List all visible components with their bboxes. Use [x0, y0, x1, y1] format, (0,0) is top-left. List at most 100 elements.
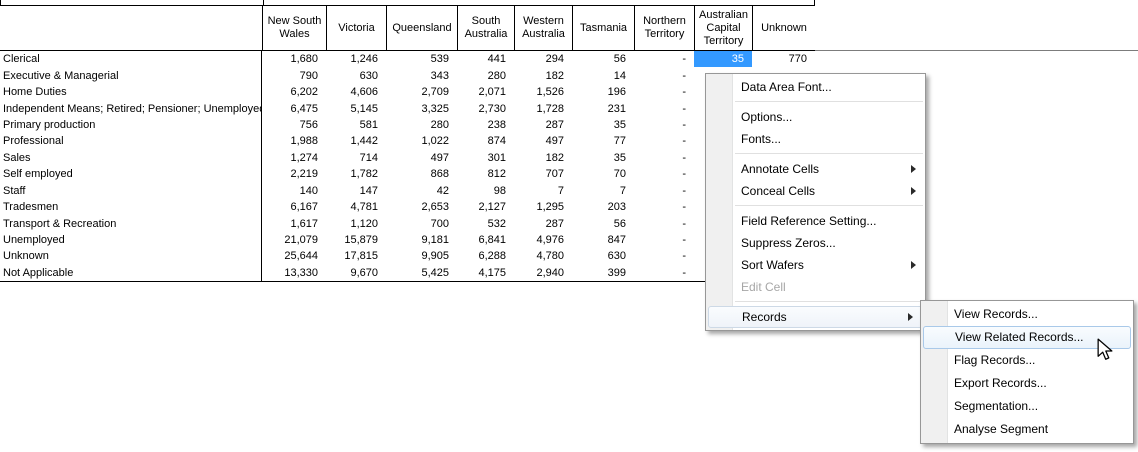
row-label[interactable]: Tradesmen [0, 199, 262, 215]
data-cell[interactable]: 630 [572, 248, 634, 264]
selected-cell[interactable]: 35 [694, 51, 752, 67]
data-cell[interactable]: 1,246 [326, 51, 386, 67]
row-label[interactable]: Clerical [0, 51, 262, 67]
data-cell[interactable]: 700 [386, 215, 457, 231]
data-cell[interactable]: 203 [572, 199, 634, 215]
data-cell[interactable]: 7 [514, 183, 572, 199]
data-cell[interactable]: 301 [457, 150, 514, 166]
column-header-australian-capital-territory[interactable]: Australian Capital Territory [694, 6, 752, 50]
data-cell[interactable]: 1,120 [326, 215, 386, 231]
data-cell[interactable]: - [634, 133, 694, 149]
data-cell[interactable]: 5,425 [386, 265, 457, 281]
menu-item-edit-cell[interactable]: Edit Cell [706, 276, 925, 298]
data-cell[interactable]: 714 [326, 150, 386, 166]
data-cell[interactable]: 182 [514, 67, 572, 83]
data-cell[interactable]: 1,442 [326, 133, 386, 149]
data-cell[interactable]: 280 [457, 67, 514, 83]
data-cell[interactable]: 14 [572, 67, 634, 83]
menu-item-view-records[interactable]: View Records... [921, 303, 1133, 326]
data-cell[interactable]: 1,295 [514, 199, 572, 215]
data-cell[interactable]: 1,617 [262, 215, 326, 231]
data-cell[interactable]: 874 [457, 133, 514, 149]
data-cell[interactable]: - [634, 100, 694, 116]
row-label[interactable]: Sales [0, 150, 262, 166]
data-cell[interactable]: 231 [572, 100, 634, 116]
row-label[interactable]: Independent Means; Retired; Pensioner; U… [0, 100, 262, 116]
data-cell[interactable]: 2,219 [262, 166, 326, 182]
column-header-new-south-wales[interactable]: New South Wales [262, 6, 326, 50]
data-cell[interactable]: 581 [326, 117, 386, 133]
data-cell[interactable]: 9,670 [326, 265, 386, 281]
menu-item-suppress-zeros[interactable]: Suppress Zeros... [706, 232, 925, 254]
data-cell[interactable]: 35 [572, 117, 634, 133]
data-cell[interactable]: 6,475 [262, 100, 326, 116]
data-cell[interactable]: 770 [752, 51, 815, 67]
data-cell[interactable]: 441 [457, 51, 514, 67]
data-cell[interactable]: 6,841 [457, 232, 514, 248]
data-cell[interactable]: 2,127 [457, 199, 514, 215]
row-label[interactable]: Staff [0, 183, 262, 199]
menu-item-field-reference-setting[interactable]: Field Reference Setting... [706, 210, 925, 232]
data-cell[interactable]: 2,709 [386, 84, 457, 100]
data-cell[interactable]: - [634, 183, 694, 199]
data-cell[interactable]: 790 [262, 67, 326, 83]
row-label[interactable]: Not Applicable [0, 265, 262, 281]
column-header-northern-territory[interactable]: Northern Territory [634, 6, 694, 50]
data-cell[interactable]: 630 [326, 67, 386, 83]
data-cell[interactable]: 13,330 [262, 265, 326, 281]
menu-item-view-related-records[interactable]: View Related Records... [923, 326, 1131, 349]
data-cell[interactable]: 868 [386, 166, 457, 182]
data-cell[interactable]: 294 [514, 51, 572, 67]
menu-item-analyse-segment[interactable]: Analyse Segment [921, 418, 1133, 441]
data-cell[interactable]: 4,606 [326, 84, 386, 100]
data-cell[interactable]: - [634, 232, 694, 248]
data-cell[interactable]: 847 [572, 232, 634, 248]
data-cell[interactable]: 7 [572, 183, 634, 199]
data-cell[interactable]: 77 [572, 133, 634, 149]
menu-item-segmentation[interactable]: Segmentation... [921, 395, 1133, 418]
row-label[interactable]: Unemployed [0, 232, 262, 248]
data-cell[interactable]: 1,728 [514, 100, 572, 116]
data-cell[interactable]: 9,181 [386, 232, 457, 248]
data-cell[interactable]: 42 [386, 183, 457, 199]
data-cell[interactable]: 3,325 [386, 100, 457, 116]
menu-item-export-records[interactable]: Export Records... [921, 372, 1133, 395]
data-cell[interactable]: 812 [457, 166, 514, 182]
data-cell[interactable]: 1,526 [514, 84, 572, 100]
data-cell[interactable]: 4,780 [514, 248, 572, 264]
data-cell[interactable]: 6,288 [457, 248, 514, 264]
column-header-western-australia[interactable]: Western Australia [514, 6, 572, 50]
data-cell[interactable]: 4,976 [514, 232, 572, 248]
data-cell[interactable]: - [634, 215, 694, 231]
data-cell[interactable]: 399 [572, 265, 634, 281]
data-cell[interactable]: - [634, 265, 694, 281]
data-cell[interactable]: - [634, 150, 694, 166]
data-cell[interactable]: 1,988 [262, 133, 326, 149]
row-label[interactable]: Professional [0, 133, 262, 149]
column-header-queensland[interactable]: Queensland [386, 6, 457, 50]
data-cell[interactable]: 56 [572, 51, 634, 67]
menu-item-options[interactable]: Options... [706, 106, 925, 128]
data-cell[interactable]: 2,653 [386, 199, 457, 215]
data-cell[interactable]: 25,644 [262, 248, 326, 264]
menu-item-fonts[interactable]: Fonts... [706, 128, 925, 150]
row-label[interactable]: Self employed [0, 166, 262, 182]
data-cell[interactable]: - [634, 199, 694, 215]
data-cell[interactable]: 98 [457, 183, 514, 199]
column-header-victoria[interactable]: Victoria [326, 6, 386, 50]
data-cell[interactable]: 2,730 [457, 100, 514, 116]
data-cell[interactable]: 9,905 [386, 248, 457, 264]
data-cell[interactable]: 5,145 [326, 100, 386, 116]
data-cell[interactable]: 6,202 [262, 84, 326, 100]
menu-item-annotate-cells[interactable]: Annotate Cells [706, 158, 925, 180]
data-cell[interactable]: 6,167 [262, 199, 326, 215]
data-cell[interactable]: 147 [326, 183, 386, 199]
data-cell[interactable]: 343 [386, 67, 457, 83]
data-cell[interactable]: 1,022 [386, 133, 457, 149]
menu-item-flag-records[interactable]: Flag Records... [921, 349, 1133, 372]
data-cell[interactable]: 707 [514, 166, 572, 182]
data-cell[interactable]: 1,274 [262, 150, 326, 166]
data-cell[interactable]: 4,175 [457, 265, 514, 281]
data-cell[interactable]: - [634, 51, 694, 67]
menu-item-records[interactable]: Records [708, 306, 923, 328]
